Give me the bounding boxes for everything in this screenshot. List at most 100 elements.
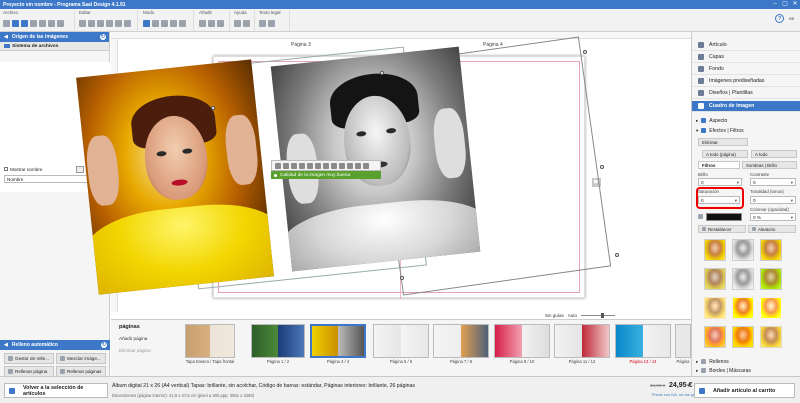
shuffle-images-button[interactable]: Mezclar imáge... xyxy=(56,353,106,364)
page-thumb-next[interactable]: Página xyxy=(675,324,691,366)
resize-handle[interactable] xyxy=(211,106,215,110)
hand-icon[interactable] xyxy=(152,20,159,27)
page-thumb-3-4[interactable]: Página 3 / 4 xyxy=(310,324,366,366)
pointer-icon[interactable] xyxy=(143,20,150,27)
align-left-icon[interactable] xyxy=(307,162,313,169)
add-to-cart-button[interactable]: Añadir artículo al carrito xyxy=(694,383,795,398)
delete-icon[interactable] xyxy=(124,20,131,27)
reset-button[interactable]: Restablecer xyxy=(698,225,746,233)
image-icon[interactable] xyxy=(57,20,64,27)
document-icon[interactable] xyxy=(268,20,275,27)
fill-manager-button[interactable]: Gestor de relle... xyxy=(4,353,54,364)
page-thumb-7-8[interactable]: Página 7 / 8 xyxy=(433,324,489,366)
print-icon[interactable] xyxy=(39,20,46,27)
tab-filters[interactable]: Filtros xyxy=(698,161,740,169)
refresh-icon[interactable]: ↻ xyxy=(101,342,107,348)
filter-preset[interactable] xyxy=(704,268,726,290)
filter-preset[interactable] xyxy=(760,326,782,348)
apply-all-button[interactable]: A todo xyxy=(751,150,797,158)
save-icon[interactable] xyxy=(21,20,28,27)
legal-icon[interactable] xyxy=(259,20,266,27)
fit-icon[interactable] xyxy=(291,162,297,169)
filter-preset[interactable] xyxy=(732,268,754,290)
new-icon[interactable] xyxy=(3,20,10,27)
colorize-select[interactable]: 0 % ▾ xyxy=(750,213,796,221)
page-thumb-9-10[interactable]: Página 9 / 10 xyxy=(494,324,550,366)
filter-preset[interactable] xyxy=(760,268,782,290)
image-source-header[interactable]: ◀ Origen de las imágenes ↻ xyxy=(0,32,109,42)
panel-item-background[interactable]: Fondo xyxy=(692,64,800,75)
page-thumb-13-14[interactable]: Página 13 / 14 xyxy=(615,324,671,366)
filter-preset[interactable] xyxy=(704,239,726,261)
help-circle-icon[interactable]: ? xyxy=(775,14,785,23)
panel-item-image-frame[interactable]: Cuadro de imagen xyxy=(692,101,800,112)
settings-icon[interactable] xyxy=(48,20,55,27)
page-thumb-cover[interactable]: Tapa trasera / Tapa frontal xyxy=(185,324,235,366)
aspect-section[interactable]: ▸ Aspecto xyxy=(692,116,800,125)
language-selector[interactable]: es xyxy=(789,16,794,21)
tonality-select[interactable]: 0 ▾ xyxy=(750,196,796,204)
trash-icon[interactable] xyxy=(363,162,369,169)
resize-handle[interactable] xyxy=(400,276,404,280)
panel-item-layers[interactable]: Capas xyxy=(692,52,800,63)
photo-frame-left[interactable] xyxy=(76,59,274,295)
zoom-icon[interactable] xyxy=(161,20,168,27)
help-icon[interactable] xyxy=(234,20,241,27)
view-small-icon[interactable] xyxy=(76,165,84,173)
tab-shadows[interactable]: Sombras | Brillo xyxy=(742,161,797,169)
filter-preset[interactable] xyxy=(732,239,754,261)
info-icon[interactable] xyxy=(243,20,250,27)
maximize-button[interactable]: ▢ xyxy=(780,0,790,9)
align-right-icon[interactable] xyxy=(315,162,321,169)
rotate-icon[interactable] xyxy=(347,162,353,169)
text-icon[interactable] xyxy=(179,20,186,27)
fills-section[interactable]: ▸ Rellenos xyxy=(692,357,800,366)
page-thumb-1-2[interactable]: Página 1 / 2 xyxy=(251,324,305,366)
effects-section[interactable]: ▾ Efectos | Filtros xyxy=(692,126,800,135)
export-icon[interactable] xyxy=(30,20,37,27)
crop-icon[interactable] xyxy=(170,20,177,27)
resize-handle[interactable] xyxy=(600,165,604,169)
filter-preset[interactable] xyxy=(732,326,754,348)
price-info-icon[interactable]: ▾ xyxy=(687,383,690,389)
tab-file-system[interactable]: Sistema de archivos xyxy=(0,42,109,51)
layer-icon[interactable] xyxy=(331,162,337,169)
cut-icon[interactable] xyxy=(97,20,104,27)
auto-fill-header[interactable]: ◀ Relleno automático ↻ xyxy=(0,340,110,350)
zoom-in-icon[interactable] xyxy=(275,162,281,169)
page-thumb-11-12[interactable]: Página 11 / 12 xyxy=(554,324,610,366)
borders-section[interactable]: ▸ Bordes | Máscaras xyxy=(692,366,800,375)
delete-effect-button[interactable]: Eliminar xyxy=(698,138,748,146)
filter-preset[interactable] xyxy=(732,297,754,319)
zoom-mode-select[interactable]: Auto xyxy=(568,313,577,318)
zoom-slider-thumb[interactable] xyxy=(601,313,605,318)
filter-preset[interactable] xyxy=(704,297,726,319)
undo-icon[interactable] xyxy=(79,20,86,27)
panel-item-clipart[interactable]: Imágenes prediseñadas xyxy=(692,76,800,87)
filter-preset[interactable] xyxy=(760,239,782,261)
add-shape-icon[interactable] xyxy=(217,20,224,27)
minimize-button[interactable]: – xyxy=(770,0,780,9)
paste-icon[interactable] xyxy=(115,20,122,27)
panel-item-article[interactable]: Artículo xyxy=(692,40,800,51)
add-text-icon[interactable] xyxy=(199,20,206,27)
add-page-button[interactable]: Añadir página xyxy=(119,336,147,341)
panel-item-designs[interactable]: Diseños | Plantillas xyxy=(692,88,800,99)
photo-frame-right[interactable] xyxy=(270,46,481,272)
mirror-icon[interactable] xyxy=(323,162,329,169)
copy-icon[interactable] xyxy=(355,162,361,169)
redo-icon[interactable] xyxy=(88,20,95,27)
resize-handle[interactable] xyxy=(583,50,587,54)
filter-preset[interactable] xyxy=(704,326,726,348)
link-icon[interactable] xyxy=(339,162,345,169)
copy-icon[interactable] xyxy=(106,20,113,27)
saturation-select[interactable]: 0 ▾ xyxy=(698,196,740,204)
guides-select[interactable]: Sin guías xyxy=(545,313,564,318)
filter-preset[interactable] xyxy=(760,297,782,319)
brightness-select[interactable]: 0 ▾ xyxy=(698,178,742,186)
refresh-icon[interactable]: ↻ xyxy=(100,34,106,40)
random-button[interactable]: Aleatorio xyxy=(748,225,796,233)
align-center-icon[interactable] xyxy=(299,162,305,169)
eyedropper-icon[interactable] xyxy=(698,214,703,219)
zoom-out-icon[interactable] xyxy=(283,162,289,169)
